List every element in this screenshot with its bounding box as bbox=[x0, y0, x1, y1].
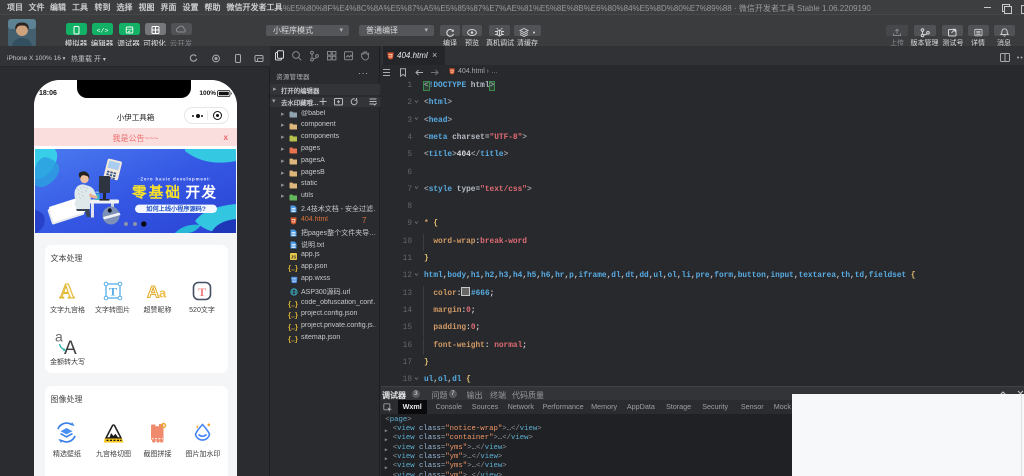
svg-text:a: a bbox=[159, 286, 167, 301]
svg-text:A: A bbox=[59, 280, 75, 302]
svg-text:A: A bbox=[147, 283, 159, 302]
svg-text:a: a bbox=[55, 329, 63, 345]
svg-text:A: A bbox=[64, 338, 77, 356]
svg-text:</>: </> bbox=[97, 28, 109, 35]
svg-text:零基础: 零基础 bbox=[131, 184, 182, 202]
svg-text:T: T bbox=[108, 285, 116, 299]
svg-text:如何上线小程序源码?: 如何上线小程序源码? bbox=[146, 205, 206, 213]
svg-text:{..}: {..} bbox=[288, 300, 298, 308]
svg-text:JS: JS bbox=[291, 254, 297, 259]
svg-text:·Zero basic development·: ·Zero basic development· bbox=[138, 177, 212, 182]
svg-text:T: T bbox=[198, 285, 206, 299]
svg-text:{..}: {..} bbox=[288, 264, 298, 272]
svg-text:开发: 开发 bbox=[186, 184, 218, 202]
svg-text:{..}: {..} bbox=[288, 323, 298, 331]
svg-text:{..}: {..} bbox=[288, 335, 298, 343]
svg-text:{..}: {..} bbox=[288, 311, 298, 319]
